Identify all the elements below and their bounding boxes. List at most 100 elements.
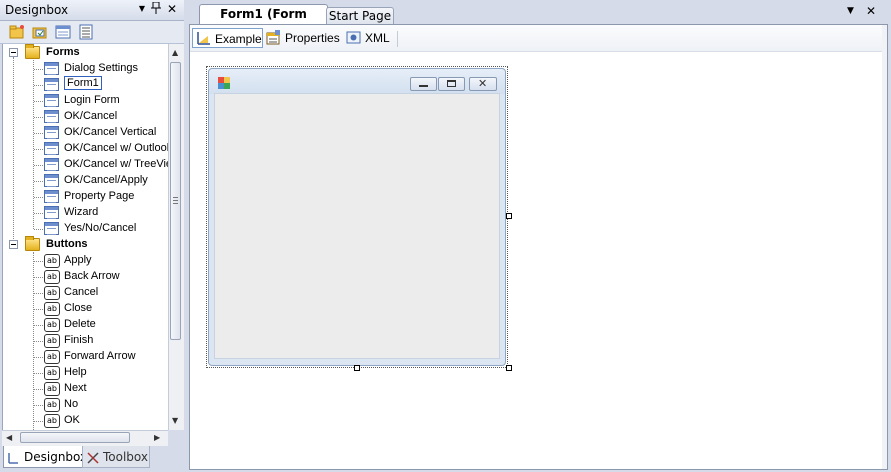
tree-item-label: Close: [64, 302, 93, 314]
tree-item-label: OK/Cancel/Apply: [64, 174, 148, 186]
tree-item[interactable]: Yes/No/Cancel: [3, 221, 169, 237]
tab-start-page[interactable]: Start Page: [326, 7, 394, 25]
tree-item[interactable]: ab Close: [3, 301, 169, 317]
dropdown-arrow-icon[interactable]: ▼: [135, 2, 149, 16]
close-button[interactable]: ✕: [469, 77, 497, 91]
tree-item-label: Dialog Settings: [64, 62, 138, 74]
ab-button-icon: ab: [44, 382, 60, 396]
ab-button-icon: ab: [44, 286, 60, 300]
form-icon: [44, 126, 59, 139]
tree-item[interactable]: Wizard: [3, 205, 169, 221]
tree-item[interactable]: Dialog Settings: [3, 61, 169, 77]
tree-item[interactable]: OK/Cancel w/ Outlook: [3, 141, 169, 157]
maximize-icon: [447, 80, 456, 87]
form-app-icon: [218, 77, 231, 93]
form-client-area[interactable]: [214, 93, 500, 359]
collapse-icon[interactable]: [9, 48, 18, 57]
ab-button-icon: ab: [44, 398, 60, 412]
tree-item[interactable]: ab No: [3, 397, 169, 413]
tree-item-label: Wizard: [64, 206, 99, 218]
resize-handle-bottom[interactable]: [354, 365, 360, 371]
ab-button-icon: ab: [44, 302, 60, 316]
form-icon: [44, 78, 59, 91]
tree-item[interactable]: Form1: [3, 76, 169, 93]
document-dropdown-icon[interactable]: ▼: [847, 6, 854, 16]
properties-icon[interactable]: [78, 24, 94, 40]
tree-item[interactable]: ab Delete: [3, 317, 169, 333]
tree-item-label: OK/Cancel w/ TreeView: [64, 158, 169, 170]
tree-item-label: Next: [64, 382, 87, 394]
minimize-button[interactable]: [410, 77, 437, 91]
rename-input[interactable]: Form1: [64, 76, 102, 90]
designbox-header: Designbox ▼ ✕: [0, 0, 184, 21]
folder-icon: [25, 44, 40, 59]
tree-item-label: Forward Arrow: [64, 350, 136, 362]
close-icon[interactable]: ✕: [165, 2, 179, 16]
tree-item-label: Help: [64, 366, 87, 378]
tab-toolbox[interactable]: Toolbox: [82, 446, 150, 468]
tree-item-label: Yes/No/Cancel: [64, 222, 137, 234]
form-icon: [44, 174, 59, 187]
ab-button-icon: ab: [44, 254, 60, 268]
properties-button[interactable]: Properties: [263, 28, 341, 48]
form-icon: [44, 206, 59, 219]
scroll-down-icon[interactable]: ▼: [172, 416, 178, 425]
designbox-icon: [7, 450, 19, 472]
ab-button-icon: ab: [44, 350, 60, 364]
tree-item[interactable]: ab Finish: [3, 333, 169, 349]
pin-icon[interactable]: [149, 1, 163, 16]
document-right-edge: [882, 25, 887, 469]
tree-item[interactable]: ab Cancel: [3, 285, 169, 301]
tree-item[interactable]: Login Form: [3, 93, 169, 109]
form-icon: [44, 62, 59, 75]
tree-item[interactable]: OK/Cancel: [3, 109, 169, 125]
tree-item[interactable]: ab Next: [3, 381, 169, 397]
vertical-scroll-thumb[interactable]: [170, 62, 181, 340]
ab-button-icon: ab: [44, 318, 60, 332]
form-view-icon[interactable]: [55, 24, 71, 40]
document-close-icon[interactable]: ✕: [866, 4, 876, 18]
close-icon: ✕: [478, 77, 488, 90]
xml-label: XML: [365, 31, 390, 45]
tree-item-label: OK/Cancel Vertical: [64, 126, 157, 138]
tree-item[interactable]: ab Forward Arrow: [3, 349, 169, 365]
horizontal-scroll-thumb[interactable]: [20, 432, 130, 443]
scroll-up-icon[interactable]: ▲: [172, 48, 178, 57]
minimize-icon: [419, 85, 428, 87]
properties-label: Properties: [285, 31, 340, 45]
tab-label: Designbox: [24, 450, 88, 464]
resize-handle-right[interactable]: [506, 213, 512, 219]
open-folder-icon[interactable]: [32, 24, 48, 40]
resize-handle-corner[interactable]: [506, 365, 512, 371]
tab-designbox[interactable]: Designbox: [3, 446, 87, 468]
tab-label: Toolbox: [103, 450, 148, 464]
tree-item[interactable]: ab Back Arrow: [3, 269, 169, 285]
tree-group-forms[interactable]: Forms: [3, 44, 169, 61]
designbox-tree: Forms Dialog Settings Form1 Login Form O…: [2, 44, 169, 430]
example-button[interactable]: Example: [192, 28, 263, 48]
tree-item[interactable]: ab Help: [3, 365, 169, 381]
form-icon: [44, 222, 59, 235]
panel-bottom-tabs: Designbox Toolbox: [0, 446, 184, 472]
tree-item[interactable]: ab Apply: [3, 253, 169, 269]
tree-item[interactable]: OK/Cancel Vertical: [3, 125, 169, 141]
new-folder-icon[interactable]: [9, 24, 25, 40]
tree-item-label: OK/Cancel w/ Outlook: [64, 142, 169, 154]
ab-button-icon: ab: [44, 366, 60, 380]
group-label: Buttons: [46, 238, 88, 250]
collapse-icon[interactable]: [9, 240, 18, 249]
scroll-right-icon[interactable]: ▶: [154, 433, 160, 442]
tree-item-label: Finish: [64, 334, 94, 346]
tree-item[interactable]: ab OK: [3, 413, 169, 429]
tree-group-buttons[interactable]: Buttons: [3, 236, 169, 253]
tab-form1-design[interactable]: Form1 (Form Design): [199, 4, 328, 40]
tree-item[interactable]: OK/Cancel w/ TreeView: [3, 157, 169, 173]
tree-item-label: Delete: [64, 318, 96, 330]
example-icon: [196, 31, 211, 46]
maximize-button[interactable]: [438, 77, 465, 91]
xml-button[interactable]: XML: [343, 28, 393, 48]
scroll-left-icon[interactable]: ◀: [6, 433, 12, 442]
tree-item[interactable]: OK/Cancel/Apply: [3, 173, 169, 189]
tree-item[interactable]: Property Page: [3, 189, 169, 205]
example-label: Example: [215, 32, 262, 46]
